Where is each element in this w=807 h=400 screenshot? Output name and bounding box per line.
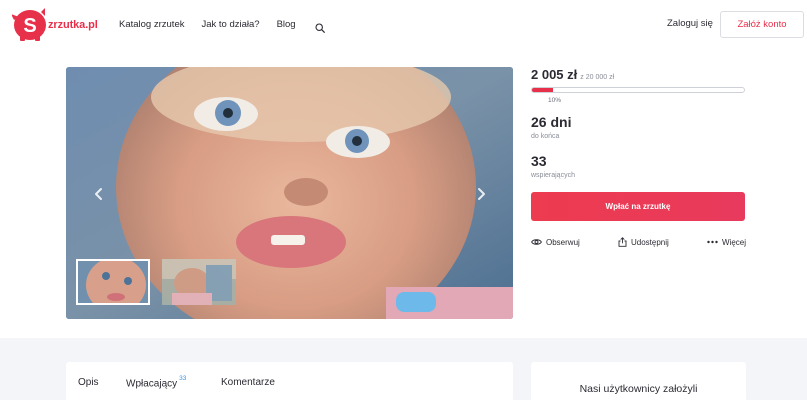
goal-amount: z 20 000 zł	[580, 74, 615, 81]
tab-comments-label: Komentarze	[221, 377, 275, 388]
tabs-card: Opis Wpłacający 33 Komentarze	[66, 362, 513, 400]
login-link[interactable]: Zaloguj się	[667, 18, 713, 29]
progress-fill	[532, 88, 554, 92]
svg-text:S: S	[23, 15, 36, 37]
nav-how-it-works-link[interactable]: Jak to działa?	[201, 19, 259, 30]
chevron-right-icon[interactable]	[474, 187, 488, 201]
donors-count-badge: 33	[179, 375, 187, 382]
gallery-thumbnail[interactable]	[162, 259, 236, 305]
donate-button[interactable]: Wpłać na zrzutkę	[531, 192, 745, 221]
days-label: do końca	[531, 133, 560, 140]
share-button[interactable]: Udostępnij	[618, 237, 669, 247]
nav-blog-link[interactable]: Blog	[277, 19, 296, 30]
fundraiser-stats: 2 005 zł z 20 000 zł 10% 26 dni do końca…	[531, 67, 746, 179]
gallery-thumbnail[interactable]	[76, 259, 150, 305]
days-left: 26 dni do końca	[531, 114, 746, 140]
more-dots-icon	[707, 240, 718, 244]
piggy-bank-logo-icon: S	[11, 8, 48, 42]
raised-amount: 2 005 zł	[531, 67, 578, 82]
platform-stats-card: Nasi użytkownicy założyli	[531, 362, 746, 400]
more-label: Więcej	[721, 237, 746, 247]
tab-donors-label: Wpłacający	[126, 378, 178, 390]
search-icon[interactable]	[315, 20, 325, 33]
progress-bar	[531, 87, 745, 93]
tab-description[interactable]: Opis	[78, 377, 99, 388]
supporters-label: wspierających	[531, 172, 575, 179]
amount-row: 2 005 zł z 20 000 zł	[531, 67, 746, 82]
tab-donors[interactable]: Wpłacający 33	[126, 375, 187, 390]
days-value: 26 dni	[531, 114, 572, 130]
more-button[interactable]: Więcej	[707, 238, 746, 247]
main-nav: Katalog zrzutek Jak to działa? Blog	[119, 19, 325, 33]
site-header: S zrzutka.pl Katalog zrzutek Jak to dzia…	[0, 0, 807, 50]
tab-description-label: Opis	[78, 377, 99, 388]
share-label: Udostępnij	[630, 237, 669, 247]
action-row: Obserwuj Udostępnij Więcej	[531, 237, 746, 247]
progress-percent: 10%	[548, 97, 562, 104]
supporters: 33 wspierających	[531, 153, 746, 179]
photo-gallery[interactable]	[66, 67, 513, 319]
follow-label: Obserwuj	[546, 237, 580, 247]
eye-icon	[531, 239, 542, 245]
supporters-value: 33	[531, 153, 547, 169]
logo[interactable]: S zrzutka.pl	[11, 8, 98, 42]
signup-button[interactable]: Załóż konto	[720, 11, 804, 38]
logo-text: zrzutka.pl	[48, 19, 98, 31]
follow-button[interactable]: Obserwuj	[531, 238, 580, 247]
tab-comments[interactable]: Komentarze	[221, 377, 275, 388]
chevron-left-icon[interactable]	[92, 187, 106, 201]
platform-stats-title: Nasi użytkownicy założyli	[579, 383, 698, 395]
nav-catalog-link[interactable]: Katalog zrzutek	[119, 19, 184, 30]
share-icon	[618, 237, 627, 247]
